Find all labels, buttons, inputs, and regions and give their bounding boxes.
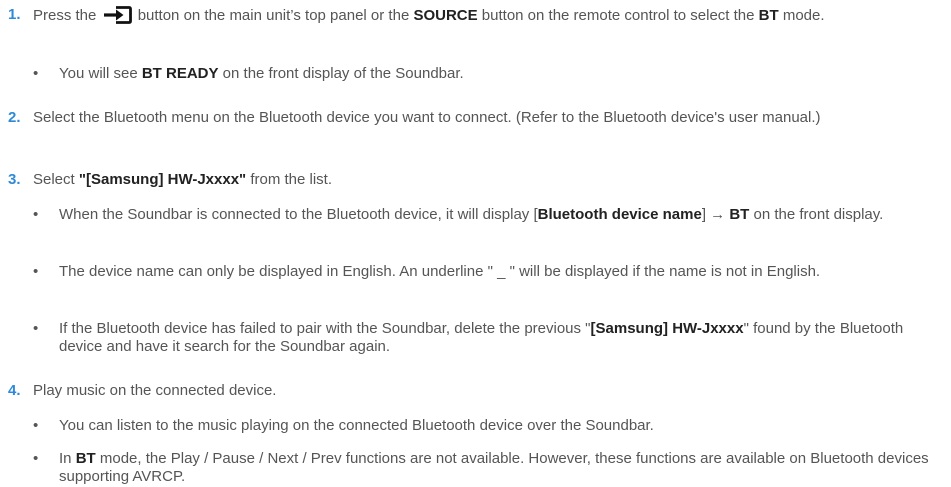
bullet-icon: • (33, 417, 39, 434)
step-text: Press the button on the main unit’s top … (33, 6, 825, 24)
bullet-icon: • (33, 320, 39, 337)
step-number: 4. (8, 382, 21, 399)
bullet-icon: • (33, 65, 39, 82)
step-number: 2. (8, 109, 21, 126)
bullet-icon: • (33, 206, 39, 223)
step-text: Select "[Samsung] HW-Jxxxx" from the lis… (33, 171, 333, 188)
bullet-icon: • (33, 263, 39, 280)
step-number: 1. (8, 6, 21, 23)
step-text: Play music on the connected device. (33, 382, 277, 399)
source-input-icon (103, 6, 132, 24)
manual-page: 1. Press the button on the main unit’s t… (0, 0, 951, 487)
step-text: Select the Bluetooth menu on the Bluetoo… (33, 109, 821, 126)
bullet-icon: • (33, 450, 39, 467)
step-number: 3. (8, 171, 21, 188)
